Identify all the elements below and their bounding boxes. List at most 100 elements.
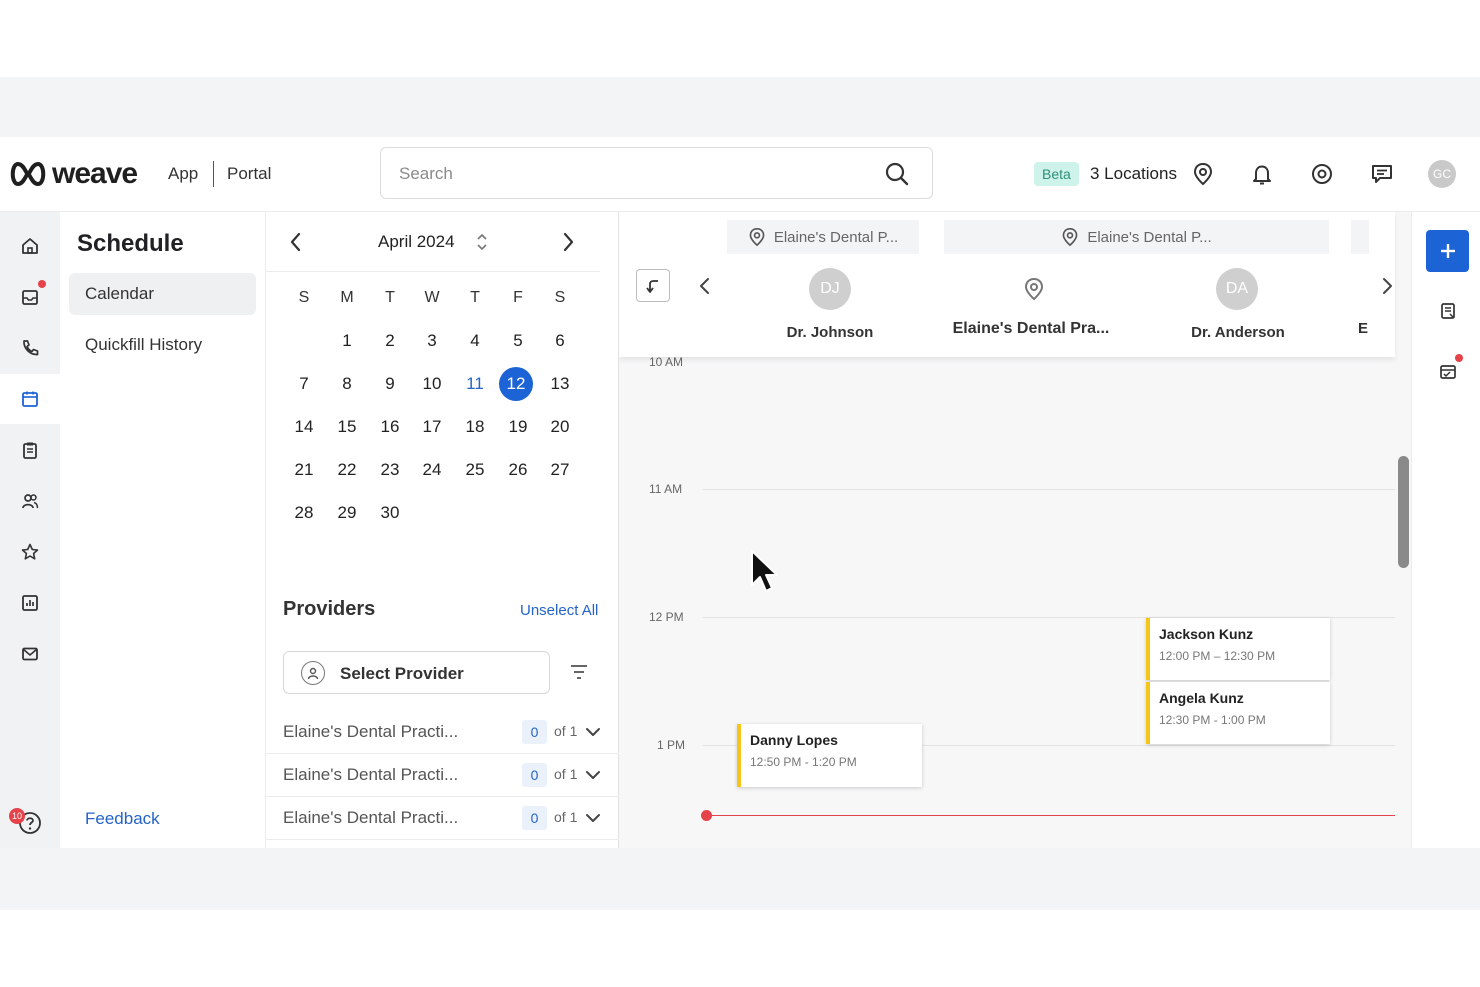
home-icon[interactable] — [0, 221, 60, 271]
sidenav-item-quickfill-history[interactable]: Quickfill History — [69, 324, 256, 366]
location-tab[interactable] — [1351, 220, 1369, 254]
calendar-day[interactable]: 21 — [285, 451, 323, 489]
analytics-icon[interactable] — [0, 578, 60, 628]
calendar-day[interactable]: 25 — [456, 451, 494, 489]
location-tab-label: Elaine's Dental P... — [773, 228, 899, 246]
phone-icon[interactable] — [0, 323, 60, 373]
forms-icon[interactable] — [1436, 299, 1460, 323]
provider-column-name[interactable]: E — [1353, 320, 1373, 337]
appointment-card[interactable]: Danny Lopes 12:50 PM - 1:20 PM — [737, 724, 922, 787]
month-updown-icon[interactable] — [475, 232, 489, 257]
calendar-day[interactable]: 15 — [328, 408, 366, 446]
bottom-backdrop — [0, 848, 1480, 910]
location-tab[interactable]: Elaine's Dental P... — [944, 220, 1329, 254]
calendar-day[interactable]: 13 — [541, 365, 579, 403]
locations-selector[interactable]: 3 Locations — [1090, 164, 1177, 184]
calendar-day[interactable]: 19 — [499, 408, 537, 446]
location-pin-icon[interactable] — [1190, 161, 1216, 187]
provider-column-name[interactable]: Dr. Johnson — [769, 324, 891, 341]
calendar-icon[interactable] — [0, 374, 60, 424]
provider-group-row[interactable]: Elaine's Dental Practi... 0 of 1 — [266, 754, 620, 797]
calendar-day[interactable]: 9 — [371, 365, 409, 403]
calendar-day[interactable]: 3 — [413, 322, 451, 360]
location-tab[interactable]: Elaine's Dental P... — [727, 220, 919, 254]
add-appointment-button[interactable] — [1426, 230, 1469, 272]
chevron-down-icon[interactable] — [585, 811, 601, 829]
appointment-card[interactable]: Angela Kunz 12:30 PM - 1:00 PM — [1146, 682, 1330, 744]
help-notification-badge: 10 — [9, 808, 25, 824]
nav-portal[interactable]: Portal — [227, 164, 271, 184]
prev-month-chevron-icon[interactable] — [286, 230, 306, 259]
weekday-header-row: S M T W T F S — [283, 279, 583, 322]
calendar-month-label[interactable]: April 2024 — [378, 232, 455, 252]
calendar-day[interactable]: 28 — [285, 494, 323, 532]
calendar-day[interactable]: 1 — [328, 322, 366, 360]
select-provider-dropdown[interactable]: Select Provider — [283, 651, 550, 694]
next-column-chevron-icon[interactable] — [1379, 274, 1395, 303]
requests-icon[interactable] — [1436, 359, 1460, 383]
inbox-icon[interactable] — [0, 272, 60, 322]
help-icon[interactable] — [0, 798, 60, 848]
chevron-down-icon[interactable] — [585, 725, 601, 743]
appointment-card[interactable]: Jackson Kunz 12:00 PM – 12:30 PM — [1146, 618, 1330, 680]
undo-arrow-icon — [646, 279, 658, 293]
nav-app[interactable]: App — [168, 164, 198, 184]
calendar-week-row: 1 2 3 4 5 6 — [283, 322, 583, 365]
calendar-day[interactable]: 23 — [371, 451, 409, 489]
calendar-day[interactable]: 30 — [371, 494, 409, 532]
star-icon[interactable] — [0, 527, 60, 577]
provider-column-name[interactable]: Dr. Anderson — [1177, 324, 1299, 341]
mail-icon[interactable] — [0, 629, 60, 679]
calendar-grid: S M T W T F S 1 2 3 4 5 6 7 8 9 10 11 12… — [283, 279, 583, 537]
prev-column-chevron-icon[interactable] — [697, 274, 713, 303]
search-input[interactable] — [399, 161, 869, 187]
sidenav-item-calendar[interactable]: Calendar — [69, 273, 256, 315]
contacts-icon[interactable] — [0, 476, 60, 526]
chevron-down-icon[interactable] — [585, 768, 601, 786]
calendar-day[interactable]: 8 — [328, 365, 366, 403]
schedule-side-nav: Schedule Calendar Quickfill History Feed… — [60, 212, 265, 848]
calendar-day[interactable]: 16 — [371, 408, 409, 446]
weave-logo[interactable]: weave — [8, 157, 138, 191]
calendar-day[interactable]: 4 — [456, 322, 494, 360]
calendar-day[interactable]: 18 — [456, 408, 494, 446]
calendar-day-today[interactable]: 11 — [456, 365, 494, 403]
provider-group-row[interactable]: Elaine's Dental Practi... 0 of 1 — [266, 797, 620, 840]
location-column-name[interactable]: Elaine's Dental Pra... — [941, 320, 1121, 338]
search-icon[interactable] — [884, 161, 910, 192]
calendar-day[interactable]: 7 — [285, 365, 323, 403]
calendar-day[interactable]: 22 — [328, 451, 366, 489]
user-avatar[interactable]: GC — [1428, 160, 1456, 188]
mini-calendar-panel: April 2024 S M T W T F S 1 2 3 4 5 6 7 8 — [265, 212, 620, 848]
beta-badge: Beta — [1034, 162, 1079, 186]
calendar-day[interactable]: 2 — [371, 322, 409, 360]
bell-icon[interactable] — [1249, 161, 1275, 187]
filter-icon[interactable] — [569, 663, 589, 686]
unselect-all-link[interactable]: Unselect All — [520, 602, 598, 619]
calendar-day[interactable]: 14 — [285, 408, 323, 446]
calendar-day[interactable]: 29 — [328, 494, 366, 532]
calendar-day[interactable]: 27 — [541, 451, 579, 489]
calendar-day[interactable]: 10 — [413, 365, 451, 403]
appointment-time: 12:50 PM - 1:20 PM — [750, 755, 857, 769]
calendar-day[interactable]: 20 — [541, 408, 579, 446]
clipboard-icon[interactable] — [0, 425, 60, 475]
feedback-link[interactable]: Feedback — [85, 809, 160, 829]
calendar-day[interactable]: 6 — [541, 322, 579, 360]
provider-total-count: of 1 — [554, 809, 578, 825]
chat-icon[interactable] — [1369, 161, 1395, 187]
top-backdrop — [0, 77, 1480, 137]
calendar-day[interactable]: 26 — [499, 451, 537, 489]
calendar-day[interactable]: 17 — [413, 408, 451, 446]
provider-group-name: Elaine's Dental Practi... — [283, 808, 459, 827]
weekday-label: M — [340, 289, 354, 306]
calendar-day[interactable]: 24 — [413, 451, 451, 489]
provider-group-row[interactable]: Elaine's Dental Practi... 0 of 1 — [266, 711, 620, 754]
calendar-day[interactable]: 5 — [499, 322, 537, 360]
settings-gear-icon[interactable] — [1309, 161, 1335, 187]
undo-button[interactable] — [636, 269, 670, 302]
schedule-scrollbar[interactable] — [1398, 456, 1409, 568]
next-month-chevron-icon[interactable] — [558, 230, 578, 259]
search-box[interactable] — [380, 147, 933, 199]
calendar-day-selected[interactable]: 12 — [499, 367, 533, 401]
